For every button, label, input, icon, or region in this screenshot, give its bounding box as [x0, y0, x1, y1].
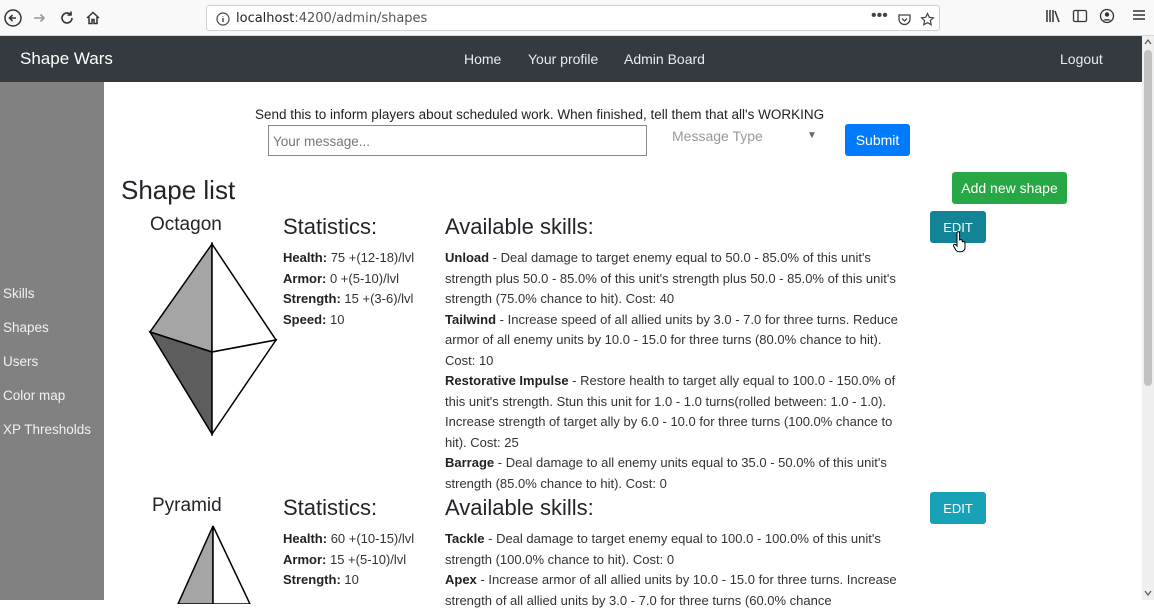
skills-heading: Available skills: [445, 495, 594, 520]
announcement-text: Send this to inform players about schedu… [255, 107, 825, 122]
stat-health: Health: 75 +(12-18)/lvl [283, 248, 423, 269]
skills-heading: Available skills: [445, 214, 594, 239]
skill-name: Tackle [445, 531, 485, 546]
url-path: :4200/admin/shapes [294, 11, 428, 26]
stat-speed: Speed: 10 [283, 310, 423, 331]
shape-stats: Health: 60 +(10-15)/lvl Armor: 15 +(5-10… [283, 529, 423, 591]
sidebar-item-skills[interactable]: Skills [3, 286, 35, 301]
page-actions-icon[interactable]: ••• [871, 7, 888, 25]
chevron-down-icon[interactable]: ▼ [807, 130, 817, 141]
browser-toolbar: localhost:4200/admin/shapes ••• [0, 0, 1154, 36]
stat-label: Speed: [283, 311, 327, 327]
skill-desc: - Deal damage to target enemy equal to 5… [445, 250, 896, 306]
nav-logout[interactable]: Logout [1060, 51, 1103, 67]
skills-list: Unload - Deal damage to target enemy equ… [445, 248, 913, 494]
edit-button[interactable]: EDIT [930, 492, 986, 524]
sidebar-item-shapes[interactable]: Shapes [3, 320, 49, 335]
skill-item: Barrage - Deal damage to all enemy units… [445, 453, 913, 494]
stat-armor: Armor: 0 +(5-10)/lvl [283, 269, 423, 290]
stat-label: Armor: [283, 270, 327, 286]
nav-admin-board[interactable]: Admin Board [624, 51, 705, 67]
nav-home[interactable]: Home [464, 51, 501, 67]
admin-sidebar: Skills Shapes Users Color map XP Thresho… [0, 82, 104, 600]
shape-stats: Health: 75 +(12-18)/lvl Armor: 0 +(5-10)… [283, 248, 423, 330]
app-navbar: Shape Wars Home Your profile Admin Board… [0, 36, 1142, 82]
skill-desc: - Increase armor of all allied units by … [445, 572, 897, 608]
stat-value: 15 +(5-10)/lvl [329, 551, 407, 567]
skill-desc: - Deal damage to target enemy equal to 1… [445, 531, 881, 567]
sidebar-toggle-icon[interactable] [1072, 8, 1088, 28]
page-title: Shape list [121, 175, 236, 205]
submit-button[interactable]: Submit [845, 124, 910, 156]
skill-name: Tailwind [445, 311, 497, 327]
back-icon[interactable] [2, 7, 24, 29]
library-icon[interactable] [1045, 8, 1061, 28]
stat-armor: Armor: 15 +(5-10)/lvl [283, 550, 423, 571]
skill-name: Barrage [445, 455, 495, 470]
scrollbar-thumb[interactable] [1144, 50, 1152, 386]
skill-item: Tackle - Deal damage to target enemy equ… [445, 529, 913, 570]
stat-value: 60 +(10-15)/lvl [330, 531, 415, 546]
skill-item: Restorative Impulse - Restore health to … [445, 371, 913, 453]
message-input[interactable]: Your message... [268, 125, 647, 156]
nav-profile[interactable]: Your profile [528, 51, 598, 67]
octagon-shape-image [148, 242, 278, 436]
stat-label: Health: [283, 250, 328, 265]
bookmark-star-icon[interactable] [920, 9, 935, 30]
hand-cursor-icon [953, 231, 966, 253]
brand-logo[interactable]: Shape Wars [20, 49, 113, 69]
url-text: localhost:4200/admin/shapes [236, 11, 427, 26]
message-type-select[interactable]: Message Type [672, 128, 763, 144]
skill-desc: - Increase speed of all allied units by … [445, 311, 898, 368]
sidebar-item-color-map[interactable]: Color map [3, 388, 65, 403]
stat-value: 15 +(3-6)/lvl [344, 291, 414, 306]
shape-name: Pyramid [152, 495, 222, 516]
stat-strength: Strength: 10 [283, 570, 423, 591]
stat-value: 10 [329, 311, 345, 327]
skill-item: Tailwind - Increase speed of all allied … [445, 310, 913, 372]
skill-name: Restorative Impulse [445, 373, 569, 388]
skill-name: Apex [445, 572, 477, 587]
stat-strength: Strength: 15 +(3-6)/lvl [283, 289, 423, 310]
home-icon[interactable] [82, 7, 104, 29]
menu-icon[interactable] [1132, 8, 1146, 26]
account-icon[interactable] [1099, 8, 1115, 28]
url-host: localhost [236, 11, 295, 26]
add-shape-button[interactable]: Add new shape [952, 172, 1067, 204]
skill-item: Apex - Increase armor of all allied unit… [445, 570, 913, 611]
page-scrollbar[interactable] [1142, 36, 1154, 600]
scroll-up-icon[interactable] [1144, 38, 1152, 46]
stat-value: 0 +(5-10)/lvl [329, 270, 399, 286]
sidebar-item-users[interactable]: Users [3, 354, 38, 369]
stat-label: Strength: [283, 572, 341, 587]
stat-label: Health: [283, 531, 328, 546]
skill-item: Unload - Deal damage to target enemy equ… [445, 248, 913, 310]
sidebar-item-xp-thresholds[interactable]: XP Thresholds [3, 422, 91, 437]
statistics-heading: Statistics: [283, 214, 378, 239]
stat-value: 10 [344, 572, 359, 587]
url-bar[interactable]: localhost:4200/admin/shapes ••• [206, 5, 940, 31]
forward-icon[interactable] [28, 7, 50, 29]
shape-name: Octagon [150, 214, 222, 235]
stat-label: Armor: [283, 551, 327, 567]
stat-health: Health: 60 +(10-15)/lvl [283, 529, 423, 550]
statistics-heading: Statistics: [283, 495, 378, 520]
stat-label: Strength: [283, 291, 341, 306]
skill-desc: - Deal damage to all enemy units equal t… [445, 455, 887, 491]
reload-icon[interactable] [56, 7, 78, 29]
skill-name: Unload [445, 250, 490, 265]
pyramid-shape-image [177, 525, 251, 604]
skills-list: Tackle - Deal damage to target enemy equ… [445, 529, 913, 611]
info-icon[interactable] [216, 9, 230, 29]
scroll-down-icon[interactable] [1144, 589, 1152, 597]
stat-value: 75 +(12-18)/lvl [330, 250, 415, 265]
pocket-icon[interactable] [897, 9, 912, 30]
